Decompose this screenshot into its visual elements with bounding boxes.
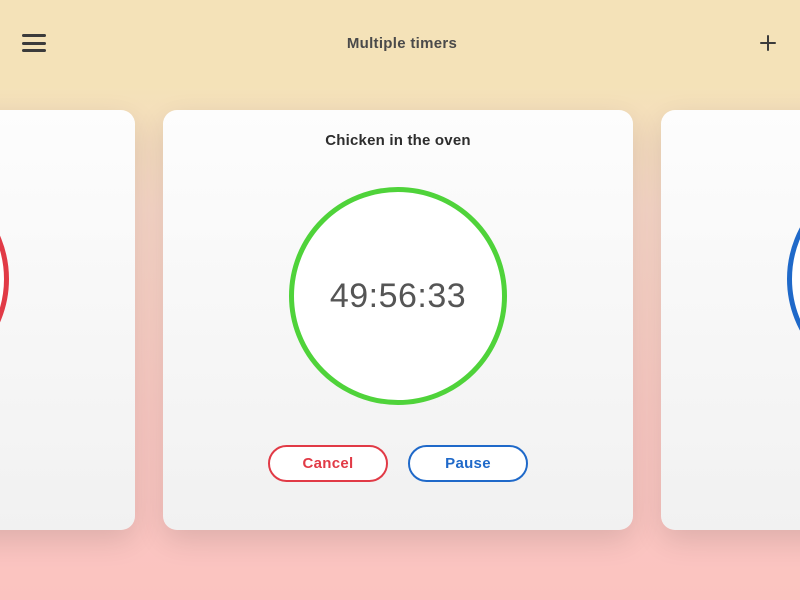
page-title: Multiple timers bbox=[347, 35, 457, 52]
top-bar: Multiple timers bbox=[0, 0, 800, 86]
timer-buttons: Cancel Pause bbox=[268, 445, 528, 482]
add-timer-button[interactable] bbox=[758, 33, 778, 53]
timer-cards-row: Chicken in the oven 49:56:33 Cancel Paus… bbox=[0, 110, 800, 530]
progress-ring: 49:56:33 bbox=[289, 187, 507, 405]
cancel-button[interactable]: Cancel bbox=[268, 445, 388, 482]
pause-button[interactable]: Pause bbox=[408, 445, 528, 482]
timer-card[interactable]: Chicken in the oven 49:56:33 Cancel Paus… bbox=[163, 110, 633, 530]
timer-title: Chicken in the oven bbox=[325, 132, 471, 149]
progress-ring bbox=[0, 170, 9, 388]
menu-icon[interactable] bbox=[22, 34, 46, 52]
timer-card[interactable] bbox=[0, 110, 135, 530]
timer-card[interactable]: C bbox=[661, 110, 800, 530]
timer-ring bbox=[781, 164, 800, 394]
timer-ring: 49:56:33 bbox=[283, 181, 513, 411]
timer-ring bbox=[0, 164, 15, 394]
timer-time: 49:56:33 bbox=[330, 277, 466, 316]
progress-ring bbox=[787, 170, 800, 388]
